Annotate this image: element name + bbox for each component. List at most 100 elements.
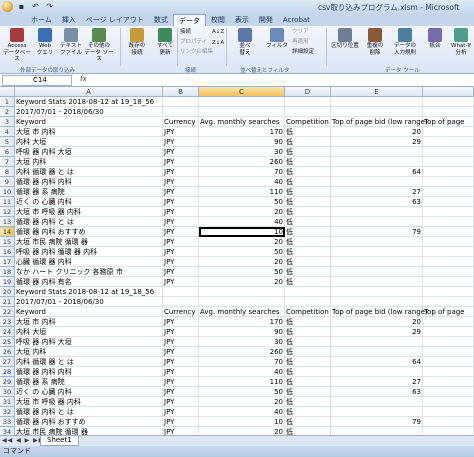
cell[interactable]: JPY bbox=[163, 187, 199, 197]
cell[interactable]: Avg. monthly searches bbox=[199, 307, 285, 317]
cell[interactable]: 低 bbox=[285, 377, 331, 387]
cell[interactable]: 循環 器 内科 有名 bbox=[15, 277, 163, 287]
cell[interactable]: JPY bbox=[163, 407, 199, 417]
cell[interactable]: 大垣 市 内科 bbox=[15, 127, 163, 137]
ribbon-button-4[interactable]: 既存の 接続 bbox=[122, 28, 152, 56]
cell[interactable] bbox=[199, 97, 285, 107]
cell[interactable]: 50 bbox=[199, 267, 285, 277]
cell[interactable]: JPY bbox=[163, 177, 199, 187]
cell[interactable]: なか ハート クリニック 各務原 市 bbox=[15, 267, 163, 277]
cell[interactable] bbox=[331, 367, 423, 377]
cell[interactable] bbox=[423, 207, 474, 217]
cell[interactable] bbox=[423, 297, 474, 307]
tab-4[interactable]: データ bbox=[172, 14, 206, 26]
ribbon-button-2[interactable]: テキスト ファイル bbox=[56, 28, 86, 56]
cell[interactable]: JPY bbox=[163, 197, 199, 207]
cell[interactable] bbox=[199, 297, 285, 307]
ribbon-button-0[interactable]: Access データベース bbox=[2, 28, 32, 63]
row-header[interactable]: 12 bbox=[0, 207, 15, 217]
cell[interactable]: 大垣 内科 bbox=[15, 157, 163, 167]
cell[interactable] bbox=[423, 157, 474, 167]
cell[interactable]: JPY bbox=[163, 317, 199, 327]
cell[interactable]: 79 bbox=[331, 227, 423, 237]
row-header[interactable]: 21 bbox=[0, 297, 15, 307]
cell[interactable]: 27 bbox=[331, 377, 423, 387]
cell[interactable]: 20 bbox=[199, 427, 285, 435]
cell[interactable]: 低 bbox=[285, 407, 331, 417]
row-header[interactable]: 32 bbox=[0, 407, 15, 417]
cell[interactable]: Keyword Stats 2018-08-12 at 19_18_56 bbox=[15, 97, 163, 107]
cell[interactable]: 低 bbox=[285, 227, 331, 237]
tab-0[interactable]: ホーム bbox=[26, 14, 57, 26]
cell[interactable]: 20 bbox=[199, 257, 285, 267]
ribbon-small-item-0[interactable]: 接続 bbox=[180, 29, 191, 36]
row-header[interactable]: 29 bbox=[0, 377, 15, 387]
row-header[interactable]: 1 bbox=[0, 97, 15, 107]
cell[interactable]: JPY bbox=[163, 427, 199, 435]
cell[interactable]: 内科 循環 器 と は bbox=[15, 167, 163, 177]
cell[interactable]: 30 bbox=[199, 147, 285, 157]
cell[interactable] bbox=[331, 107, 423, 117]
cell[interactable]: 循環 器 系 病院 bbox=[15, 187, 163, 197]
cell[interactable]: 低 bbox=[285, 197, 331, 207]
cell[interactable] bbox=[423, 337, 474, 347]
row-header[interactable]: 34 bbox=[0, 427, 15, 435]
row-header[interactable]: 31 bbox=[0, 397, 15, 407]
cell[interactable] bbox=[331, 217, 423, 227]
cell[interactable]: JPY bbox=[163, 357, 199, 367]
cell[interactable]: Top of page bid (low range) bbox=[331, 307, 428, 317]
cell[interactable]: JPY bbox=[163, 347, 199, 357]
cell[interactable]: 大垣 内科 bbox=[15, 347, 163, 357]
cell[interactable]: 29 bbox=[331, 327, 423, 337]
row-header[interactable]: 10 bbox=[0, 187, 15, 197]
cell[interactable] bbox=[331, 247, 423, 257]
row-header[interactable]: 30 bbox=[0, 387, 15, 397]
cell[interactable] bbox=[423, 167, 474, 177]
row-header[interactable]: 16 bbox=[0, 247, 15, 257]
cell[interactable]: Competition bbox=[285, 117, 331, 127]
cell[interactable]: 63 bbox=[331, 387, 423, 397]
ribbon-button-9[interactable]: 重複の 削除 bbox=[360, 28, 390, 56]
sheet-nav-buttons[interactable]: ◀◀ ◀ ▶ ▶▶ bbox=[2, 437, 44, 444]
cell[interactable]: 内科 大垣 bbox=[15, 327, 163, 337]
sort-za-button[interactable]: Z↓A bbox=[212, 40, 224, 47]
cell[interactable]: 20 bbox=[199, 397, 285, 407]
cell[interactable]: 50 bbox=[199, 387, 285, 397]
cell[interactable] bbox=[163, 107, 199, 117]
cell[interactable]: 低 bbox=[285, 337, 331, 347]
cell[interactable]: 260 bbox=[199, 347, 285, 357]
cell[interactable] bbox=[423, 347, 474, 357]
cell[interactable]: 20 bbox=[199, 237, 285, 247]
row-header[interactable]: 8 bbox=[0, 167, 15, 177]
cell[interactable]: 低 bbox=[285, 247, 331, 257]
row-header[interactable]: 18 bbox=[0, 267, 15, 277]
save-icon[interactable]: ▪ bbox=[16, 1, 27, 12]
cell[interactable] bbox=[423, 197, 474, 207]
cell[interactable]: 110 bbox=[199, 187, 285, 197]
cell[interactable]: JPY bbox=[163, 167, 199, 177]
cell[interactable]: 低 bbox=[285, 157, 331, 167]
cell[interactable]: 170 bbox=[199, 127, 285, 137]
cell[interactable]: 10 bbox=[199, 227, 285, 237]
cell[interactable]: 内科 循環 器 と は bbox=[15, 357, 163, 367]
cell[interactable]: 近く の 心臓 内科 bbox=[15, 197, 163, 207]
cell[interactable]: Keyword Stats 2018-08-12 at 19_18_56 bbox=[15, 287, 163, 297]
cell[interactable]: 近く の 心臓 内科 bbox=[15, 387, 163, 397]
select-all-corner[interactable] bbox=[0, 87, 15, 97]
row-header[interactable]: 14 bbox=[0, 227, 15, 237]
cell[interactable]: Keyword bbox=[15, 307, 163, 317]
cell[interactable] bbox=[423, 277, 474, 287]
cell[interactable]: Top of page bbox=[423, 307, 474, 317]
cell[interactable]: JPY bbox=[163, 397, 199, 407]
ribbon-button-7[interactable]: フィルタ bbox=[262, 28, 292, 50]
cell[interactable] bbox=[423, 287, 474, 297]
cell[interactable] bbox=[423, 127, 474, 137]
cell[interactable]: Avg. monthly searches bbox=[199, 117, 285, 127]
cell[interactable]: 低 bbox=[285, 127, 331, 137]
sort-az-button[interactable]: A↓Z bbox=[212, 29, 224, 36]
tab-2[interactable]: ページ レイアウト bbox=[81, 14, 149, 26]
cell[interactable]: JPY bbox=[163, 247, 199, 257]
cell[interactable]: 64 bbox=[331, 357, 423, 367]
cell[interactable]: 低 bbox=[285, 317, 331, 327]
cell[interactable] bbox=[163, 287, 199, 297]
